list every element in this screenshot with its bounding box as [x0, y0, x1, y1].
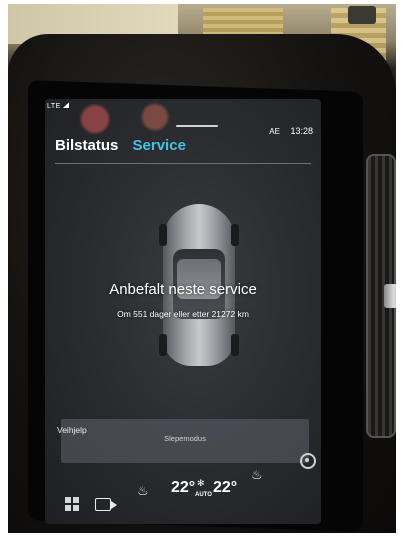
- service-detail: Om 551 dager eller etter 21272 km: [117, 309, 249, 319]
- tab-row: Bilstatus Service: [55, 137, 186, 154]
- car-wheel: [231, 334, 239, 356]
- temp-right[interactable]: 22°: [213, 479, 237, 497]
- car-wheel: [159, 334, 167, 356]
- background-device: [348, 6, 376, 24]
- infotainment-screen: LTE AE 13:28 Bilstatus Service Anbefalt …: [45, 99, 321, 524]
- tab-service[interactable]: Service: [133, 137, 186, 154]
- status-time: 13:28: [290, 126, 313, 136]
- camera-icon[interactable]: [95, 498, 117, 511]
- fan-icon[interactable]: ✻: [197, 478, 205, 489]
- tab-bilstatus[interactable]: Bilstatus: [55, 137, 118, 154]
- slepemodus-label: Slepemodus: [164, 434, 206, 443]
- signal-icon: [62, 102, 69, 108]
- slepemodus-button[interactable]: Slepemodus: [61, 419, 309, 463]
- settings-icon[interactable]: [300, 453, 316, 469]
- status-locale: AE: [269, 127, 280, 136]
- network-label: LTE: [47, 103, 61, 110]
- photo: LTE AE 13:28 Bilstatus Service Anbefalt …: [8, 4, 396, 533]
- vent-knob[interactable]: [384, 284, 396, 308]
- fan-auto-label: AUTO: [195, 492, 212, 498]
- status-network: LTE: [47, 102, 69, 110]
- home-grid-icon[interactable]: [65, 497, 79, 511]
- tab-divider: [55, 163, 311, 164]
- status-right: AE 13:28: [269, 126, 313, 136]
- service-headline: Anbefalt neste service: [109, 281, 257, 298]
- car-wheel: [231, 224, 239, 246]
- climate-bar: ♨ 22° ✻ AUTO 22° ♨: [45, 453, 321, 522]
- drag-handle[interactable]: [176, 125, 218, 127]
- veihjelp-label: Veihjelp: [57, 425, 87, 435]
- car-wheel: [159, 224, 167, 246]
- temp-left[interactable]: 22°: [171, 479, 195, 497]
- seat-heat-left-icon[interactable]: ♨: [137, 483, 149, 499]
- seat-heat-right-icon[interactable]: ♨: [251, 467, 263, 483]
- reflection: [65, 99, 185, 135]
